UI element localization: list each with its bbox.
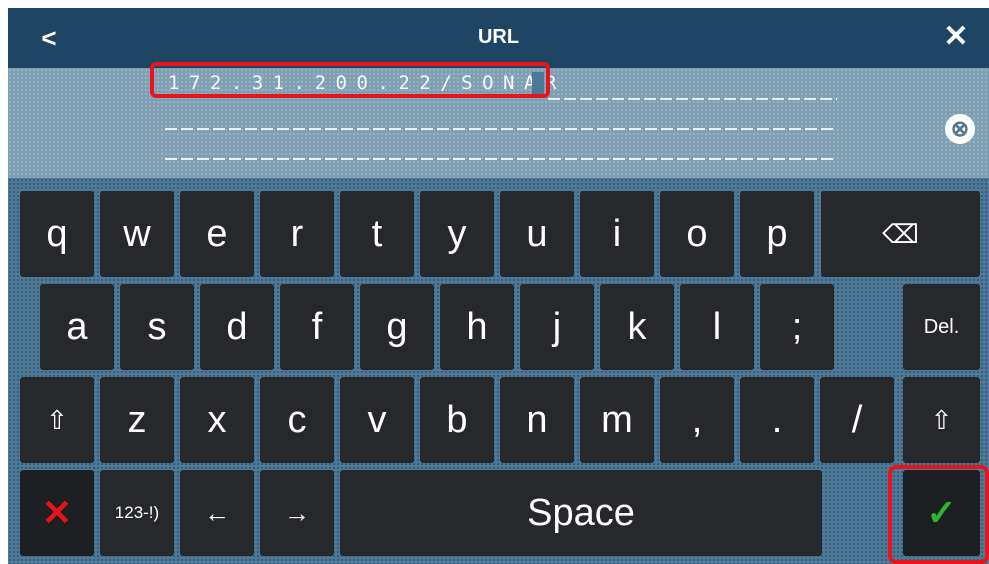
on-screen-keyboard: q w e r t y u i o p ⌫ a s d f g h j k l … (8, 178, 989, 564)
key-a[interactable]: a (40, 284, 114, 370)
url-highlight-box (150, 62, 550, 98)
backspace-key[interactable]: ⌫ (821, 191, 980, 277)
key-s[interactable]: s (120, 284, 194, 370)
key-b[interactable]: b (420, 377, 494, 463)
key-d[interactable]: d (200, 284, 274, 370)
cancel-x-icon: ✕ (41, 492, 73, 533)
left-arrow-key[interactable]: ← (180, 470, 254, 556)
space-key[interactable]: Space (340, 470, 822, 556)
close-button[interactable]: ✕ (939, 20, 973, 54)
input-line (165, 128, 837, 130)
key-n[interactable]: n (500, 377, 574, 463)
key-semicolon[interactable]: ; (760, 284, 834, 370)
shift-key-left[interactable]: ⇧ (20, 377, 94, 463)
delete-key[interactable]: Del. (903, 284, 980, 370)
page-title: URL (477, 26, 520, 48)
key-g[interactable]: g (360, 284, 434, 370)
key-f[interactable]: f (280, 284, 354, 370)
confirm-highlight-box (888, 465, 989, 564)
key-v[interactable]: v (340, 377, 414, 463)
key-j[interactable]: j (520, 284, 594, 370)
key-u[interactable]: u (500, 191, 574, 277)
clear-input-button[interactable]: ⊗ (945, 114, 975, 144)
key-o[interactable]: o (660, 191, 734, 277)
key-q[interactable]: q (20, 191, 94, 277)
key-l[interactable]: l (680, 284, 754, 370)
backspace-icon: ⌫ (882, 218, 919, 249)
key-e[interactable]: e (180, 191, 254, 277)
input-line (548, 98, 837, 100)
shift-icon: ⇧ (46, 404, 68, 435)
key-slash[interactable]: / (820, 377, 894, 463)
key-comma[interactable]: , (660, 377, 734, 463)
input-line (165, 158, 837, 160)
key-m[interactable]: m (580, 377, 654, 463)
key-z[interactable]: z (100, 377, 174, 463)
key-t[interactable]: t (340, 191, 414, 277)
key-k[interactable]: k (600, 284, 674, 370)
key-i[interactable]: i (580, 191, 654, 277)
header-bar: < URL ✕ (8, 8, 989, 68)
key-x[interactable]: x (180, 377, 254, 463)
right-arrow-key[interactable]: → (260, 470, 334, 556)
key-w[interactable]: w (100, 191, 174, 277)
key-period[interactable]: . (740, 377, 814, 463)
left-arrow-icon: ← (204, 497, 230, 528)
key-h[interactable]: h (440, 284, 514, 370)
shift-icon: ⇧ (930, 404, 953, 435)
shift-key-right[interactable]: ⇧ (903, 377, 980, 463)
key-r[interactable]: r (260, 191, 334, 277)
key-p[interactable]: p (740, 191, 814, 277)
right-arrow-icon: → (284, 497, 310, 528)
key-c[interactable]: c (260, 377, 334, 463)
keyboard-screen: < URL ✕ 172.31.200.22/SONAR ⊗ q w e r t … (8, 8, 989, 564)
url-input-area[interactable]: 172.31.200.22/SONAR ⊗ (8, 62, 989, 178)
symbols-key[interactable]: 123-!) (100, 470, 174, 556)
key-y[interactable]: y (420, 191, 494, 277)
cancel-key[interactable]: ✕ (20, 470, 94, 556)
